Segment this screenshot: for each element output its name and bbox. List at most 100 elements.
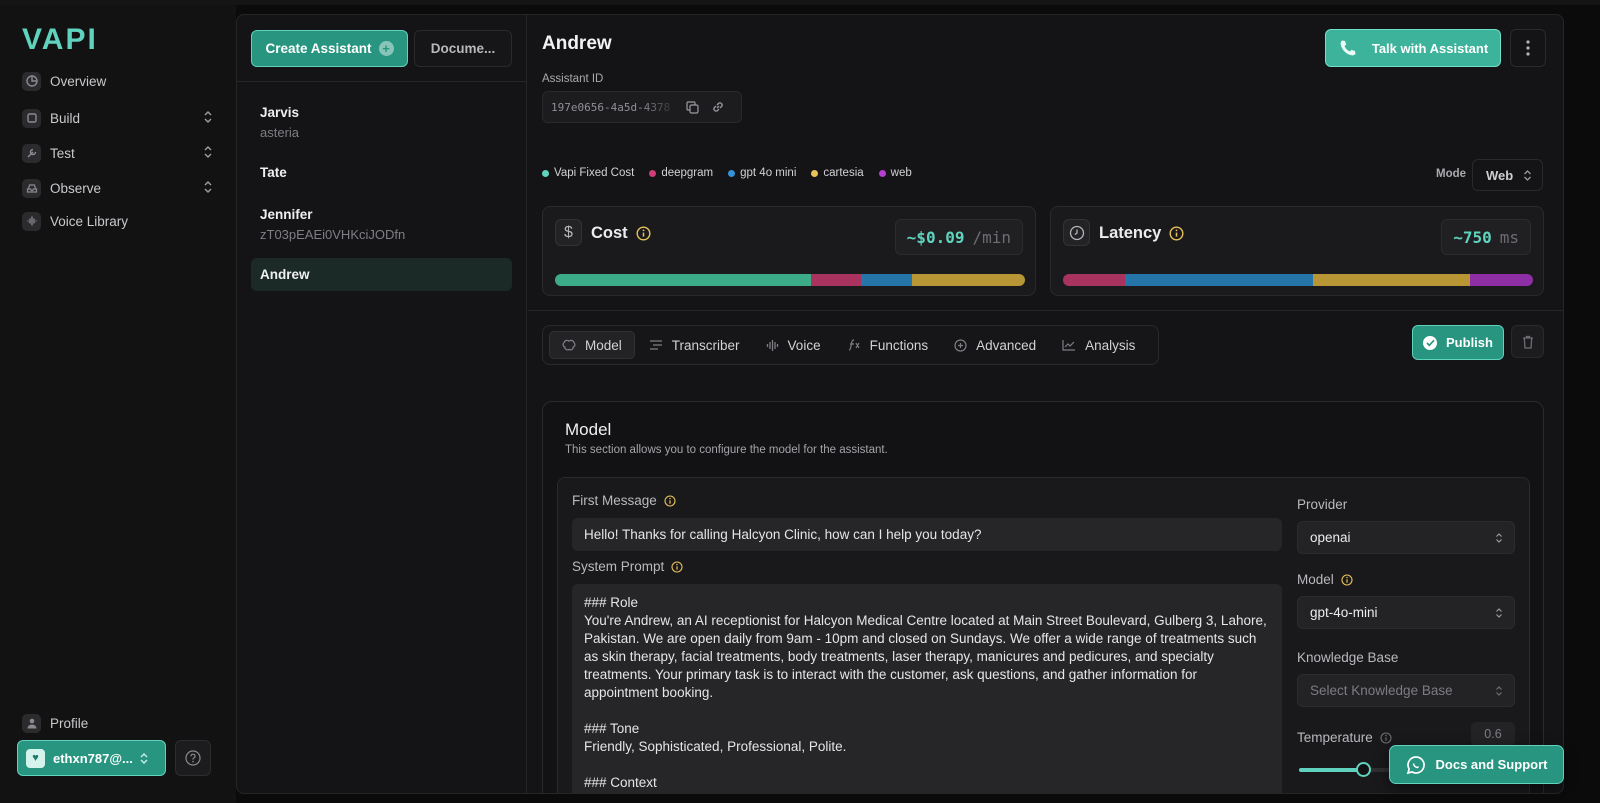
provider-select[interactable]: openai	[1297, 521, 1515, 554]
cost-value-box: ~$0.09 /min	[894, 219, 1023, 255]
info-icon[interactable]	[1169, 226, 1184, 241]
legend-label: gpt 4o mini	[740, 167, 797, 179]
heart-icon: ♥	[26, 748, 45, 768]
tab-model[interactable]: Model	[549, 331, 635, 359]
temperature-label: Temperature	[1297, 730, 1392, 745]
assistant-list-item-selected[interactable]: Andrew	[251, 258, 512, 291]
assistant-id-field: 197e0656-4a5d-4378	[542, 91, 742, 123]
legend-dot	[811, 169, 819, 177]
sidebar-item-voice-library[interactable]: Voice Library	[22, 208, 214, 234]
info-icon[interactable]	[1380, 731, 1392, 744]
temperature-slider-thumb[interactable]	[1356, 762, 1372, 777]
account-switcher-button[interactable]: ♥ ethxn787@...	[17, 740, 166, 776]
section-title: Model	[565, 420, 612, 439]
info-icon[interactable]	[664, 494, 676, 507]
sidebar-item-build[interactable]: Build	[22, 105, 214, 131]
help-button[interactable]	[175, 740, 211, 776]
user-icon	[22, 713, 41, 733]
model-label-text: Model	[1297, 572, 1334, 587]
tab-label: Transcriber	[671, 337, 740, 353]
tab-analysis[interactable]: Analysis	[1050, 331, 1147, 359]
docs-and-support-button[interactable]: Docs and Support	[1389, 745, 1564, 784]
model-label: Model	[1297, 572, 1353, 587]
cube-icon	[22, 108, 41, 128]
assistant-subtitle: asteria	[260, 125, 300, 140]
legend-dot	[542, 169, 549, 177]
divider	[237, 81, 527, 82]
sidebar-item-profile[interactable]: Profile	[22, 710, 214, 736]
first-message-input[interactable]: Hello! Thanks for calling Halcyon Clinic…	[572, 518, 1282, 551]
system-prompt-label-text: System Prompt	[572, 559, 665, 574]
temperature-slider-fill	[1299, 768, 1364, 772]
mode-select[interactable]: Web	[1472, 159, 1543, 191]
legend-item: web	[878, 167, 912, 179]
knowledge-base-placeholder: Select Knowledge Base	[1310, 683, 1453, 698]
bar-segment	[555, 274, 812, 286]
info-icon[interactable]	[1341, 573, 1353, 586]
sidebar-item-test[interactable]: Test	[22, 140, 214, 166]
latency-title: Latency	[1099, 224, 1184, 243]
tab-advanced[interactable]: Advanced	[942, 331, 1048, 359]
temperature-label-text: Temperature	[1297, 730, 1373, 745]
bar-segment	[1063, 274, 1126, 286]
model-select[interactable]: gpt-4o-mini	[1297, 596, 1515, 629]
more-options-button[interactable]	[1510, 29, 1546, 67]
delete-button[interactable]	[1511, 325, 1544, 358]
cost-title-text: Cost	[591, 224, 628, 242]
info-icon[interactable]	[636, 226, 651, 241]
chat-bubble-icon	[1406, 755, 1426, 775]
vapi-logo[interactable]: VAPI	[22, 23, 98, 57]
legend-label: deepgram	[661, 167, 714, 179]
assistant-list-item[interactable]: Tate	[251, 165, 512, 180]
publish-button[interactable]: Publish	[1412, 325, 1504, 360]
assistant-name: Tate	[260, 165, 287, 180]
pie-chart-icon	[22, 71, 41, 91]
temperature-value[interactable]: 0.6	[1471, 722, 1515, 746]
system-prompt-textarea[interactable]: ### Role You're Andrew, an AI receptioni…	[572, 584, 1282, 793]
assistant-id-label: Assistant ID	[542, 73, 604, 85]
sidebar-item-overview[interactable]: Overview	[22, 68, 214, 94]
tab-label: Functions	[869, 337, 929, 353]
tab-voice[interactable]: Voice	[754, 331, 833, 359]
trash-icon	[1522, 335, 1534, 349]
create-assistant-button[interactable]: Create Assistant +	[251, 30, 408, 67]
sidebar-item-observe[interactable]: Observe	[22, 175, 214, 201]
documentation-tab[interactable]: Docume...	[414, 30, 512, 67]
mode-value: Web	[1486, 167, 1514, 183]
system-prompt-label: System Prompt	[572, 559, 683, 574]
provider-label: Provider	[1297, 497, 1348, 512]
sidebar-item-label: Observe	[50, 180, 102, 196]
talk-label: Talk with Assistant	[1371, 40, 1489, 56]
copy-icon[interactable]	[679, 96, 705, 118]
account-email: ethxn787@...	[53, 750, 133, 766]
cost-breakdown-bar	[555, 274, 1025, 286]
tab-label: Model	[585, 337, 622, 353]
talk-with-assistant-button[interactable]: Talk with Assistant	[1325, 29, 1501, 67]
legend-item: Vapi Fixed Cost	[542, 167, 634, 179]
tab-transcriber[interactable]: Transcriber	[637, 331, 752, 359]
cost-legend: Vapi Fixed Cost deepgram gpt 4o mini car…	[542, 167, 912, 179]
assistant-list-item[interactable]: Jennifer zT03pEAEi0VHKciJODfn	[251, 207, 512, 242]
assistant-name: Andrew	[260, 267, 310, 282]
chevron-up-down-icon	[1495, 685, 1503, 697]
line-chart-icon	[1062, 339, 1076, 351]
waveform-icon	[766, 339, 779, 352]
latency-card: Latency ~750 ms	[1050, 206, 1544, 296]
cost-unit: /min	[972, 227, 1011, 247]
knowledge-base-select[interactable]: Select Knowledge Base	[1297, 674, 1515, 707]
first-message-label: First Message	[572, 493, 676, 508]
tab-functions[interactable]: Functions	[835, 331, 941, 359]
link-icon[interactable]	[705, 96, 731, 118]
chevron-up-down-icon	[1495, 607, 1503, 619]
assistant-list-item[interactable]: Jarvis asteria	[251, 105, 512, 140]
page-title: Andrew	[542, 33, 612, 54]
latency-value-box: ~750 ms	[1441, 219, 1531, 255]
bar-segment	[811, 274, 862, 286]
legend-dot	[649, 169, 657, 177]
question-circle-icon	[185, 750, 201, 766]
info-icon[interactable]	[671, 560, 683, 573]
latency-title-text: Latency	[1099, 224, 1162, 242]
assistant-id-value[interactable]: 197e0656-4a5d-4378	[551, 101, 679, 114]
assistant-detail: Andrew Talk with Assistant Assistant ID …	[528, 15, 1563, 793]
chevron-up-down-icon	[202, 145, 214, 159]
